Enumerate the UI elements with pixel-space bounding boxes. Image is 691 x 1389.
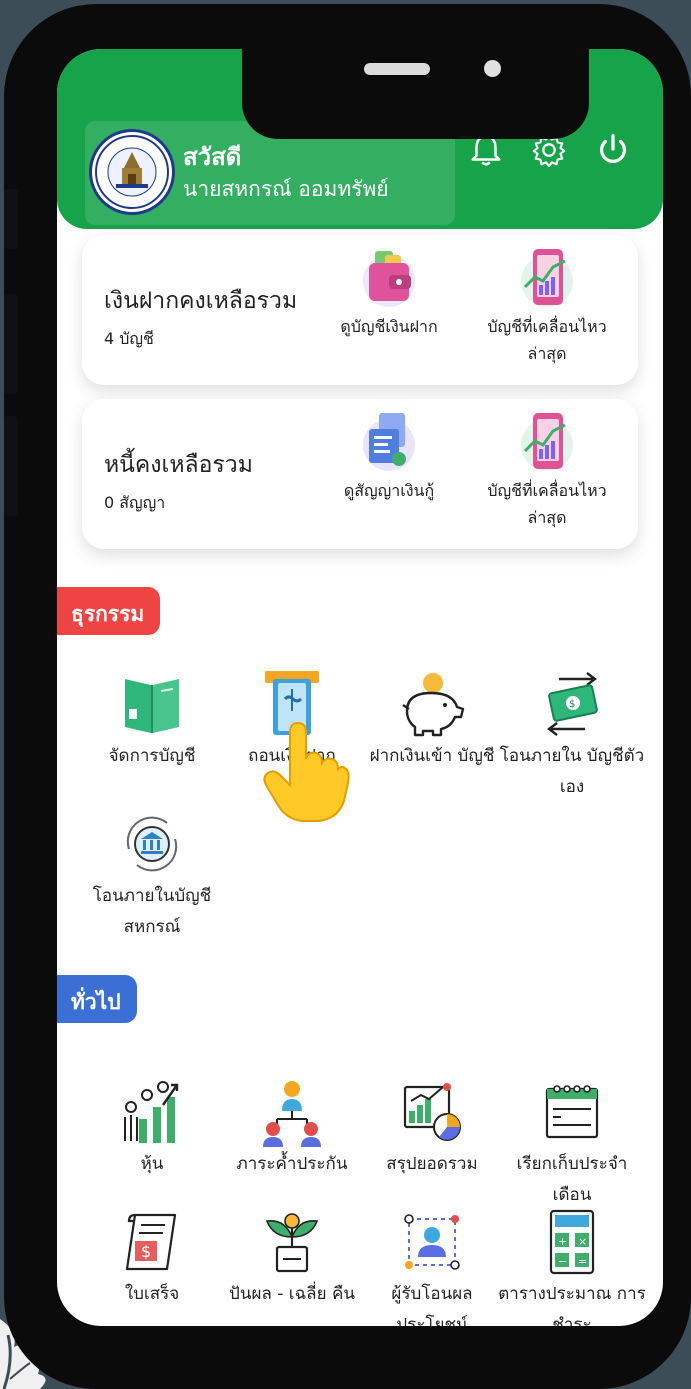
cooperative-seal-icon [95,135,169,209]
dividend-refund-tile[interactable]: ปันผล - เฉลี่ย คืน [217,1207,367,1310]
cooperative-logo [89,129,175,215]
calculator-icon: + × − = [549,1209,595,1275]
manage-accounts-tile[interactable]: จัดการบัญชี [77,669,227,772]
payment-estimate-tile[interactable]: + × − = ตารางประมาณ การชำระ [497,1207,647,1326]
beneficiary-label: ผู้รับโอนผล ประโยชน์ [391,1284,473,1326]
dividend-refund-label: ปันผล - เฉลี่ย คืน [229,1284,355,1304]
receipt-tile[interactable]: $ ใบเสร็จ [77,1207,227,1310]
coop-account-transfer-label: โอนภายในบัญชี สหกรณ์ [92,886,212,937]
calendar-icon [545,1085,599,1139]
loan-title: หนี้คงเหลือรวม [104,452,253,478]
recent-deposit-movements-button[interactable]: บัญชีที่เคลื่อนไหว ล่าสุด [477,247,617,367]
greeting-text: สวัสดี [183,143,242,171]
summary-report-icon [403,1083,461,1141]
beneficiary-tile[interactable]: ผู้รับโอนผล ประโยชน์ [357,1207,507,1326]
guarantee-obligations-tile[interactable]: ภาระค้ำประกัน [217,1077,367,1180]
front-camera [484,60,501,77]
recent-deposit-movements-label: บัญชีที่เคลื่อนไหว ล่าสุด [487,317,607,363]
svg-text:×: × [578,1235,587,1248]
passbook-icon [125,679,179,733]
svg-text:+: + [558,1235,567,1248]
power-icon[interactable] [594,131,632,169]
payment-estimate-label: ตารางประมาณ การชำระ [498,1284,646,1326]
loan-count: 0 สัญญา [104,493,166,512]
receipt-icon: $ [125,1213,177,1271]
app-screen: สวัสดี นายสหกรณ์ ออมทรัพย์ เงินฝากคงเหลื… [57,49,663,1326]
view-deposit-accounts-button[interactable]: ดูบัญชีเงินฝาก [319,247,459,340]
deposit-title: เงินฝากคงเหลือรวม [104,288,298,314]
own-account-transfer-label: โอนภายใน บัญชีตัวเอง [499,746,645,797]
deposit-summary-card[interactable]: เงินฝากคงเหลือรวม 4 บัญชี ดูบัญชีเงินฝาก [82,235,638,385]
summary-total-tile[interactable]: สรุปยอดรวม [357,1077,507,1180]
phone-volume-up [4,294,18,394]
own-account-transfer-tile[interactable]: $ โอนภายใน บัญชีตัวเอง [497,669,647,803]
loan-document-icon [363,413,415,471]
svg-text:−: − [558,1255,567,1268]
phone-mute-switch [4,189,18,249]
recent-loan-movements-button[interactable]: บัญชีที่เคลื่อนไหว ล่าสุด [477,411,617,531]
phone-frame: สวัสดี นายสหกรณ์ ออมทรัพย์ เงินฝากคงเหลื… [4,4,691,1389]
phone-chart-icon [521,413,573,471]
wallet-icon [363,251,415,307]
deposit-into-account-label: ฝากเงินเข้า บัญชี [369,746,495,766]
bank-transfer-icon [126,816,178,872]
deposit-into-account-tile[interactable]: ฝากเงินเข้า บัญชี [357,669,507,772]
shares-chart-icon [124,1081,179,1143]
shares-tile[interactable]: หุ้น [77,1077,227,1180]
piggy-bank-icon [402,673,465,737]
shares-label: หุ้น [140,1154,164,1174]
receipt-label: ใบเสร็จ [124,1284,180,1304]
svg-text:$: $ [141,1242,151,1261]
general-section-tag: ทั่วไป [57,975,137,1023]
view-deposit-accounts-label: ดูบัญชีเงินฝาก [340,317,438,336]
dividend-plant-icon [265,1213,319,1273]
summary-total-label: สรุปยอดรวม [386,1154,478,1174]
beneficiary-icon [404,1214,460,1270]
deposit-count: 4 บัญชี [104,329,154,348]
monthly-billing-tile[interactable]: เรียกเก็บประจำ เดือน [497,1077,647,1211]
manage-accounts-label: จัดการบัญชี [108,746,196,766]
recent-loan-movements-label: บัญชีที่เคลื่อนไหว ล่าสุด [487,481,607,527]
loan-summary-card[interactable]: หนี้คงเหลือรวม 0 สัญญา ดูสัญญาเงินกู้ บั… [82,399,638,549]
svg-text:$: $ [569,699,575,710]
phone-notch [242,49,589,139]
transfer-icon: $ [547,672,598,736]
svg-text:=: = [578,1255,587,1268]
user-name: นายสหกรณ์ ออมทรัพย์ [183,177,389,201]
view-loan-contracts-button[interactable]: ดูสัญญาเงินกู้ [319,411,459,504]
phone-chart-icon [521,249,573,307]
pointer-hand-icon [263,721,350,822]
transactions-section-tag: ธุรกรรม [57,587,161,635]
phone-volume-down [4,416,18,516]
monthly-billing-label: เรียกเก็บประจำ เดือน [516,1154,628,1205]
guarantor-icon [263,1081,321,1147]
view-loan-contracts-label: ดูสัญญาเงินกู้ [343,481,435,500]
coop-account-transfer-tile[interactable]: โอนภายในบัญชี สหกรณ์ [77,809,227,943]
speaker-grille [364,63,430,75]
guarantee-obligations-label: ภาระค้ำประกัน [236,1154,348,1174]
